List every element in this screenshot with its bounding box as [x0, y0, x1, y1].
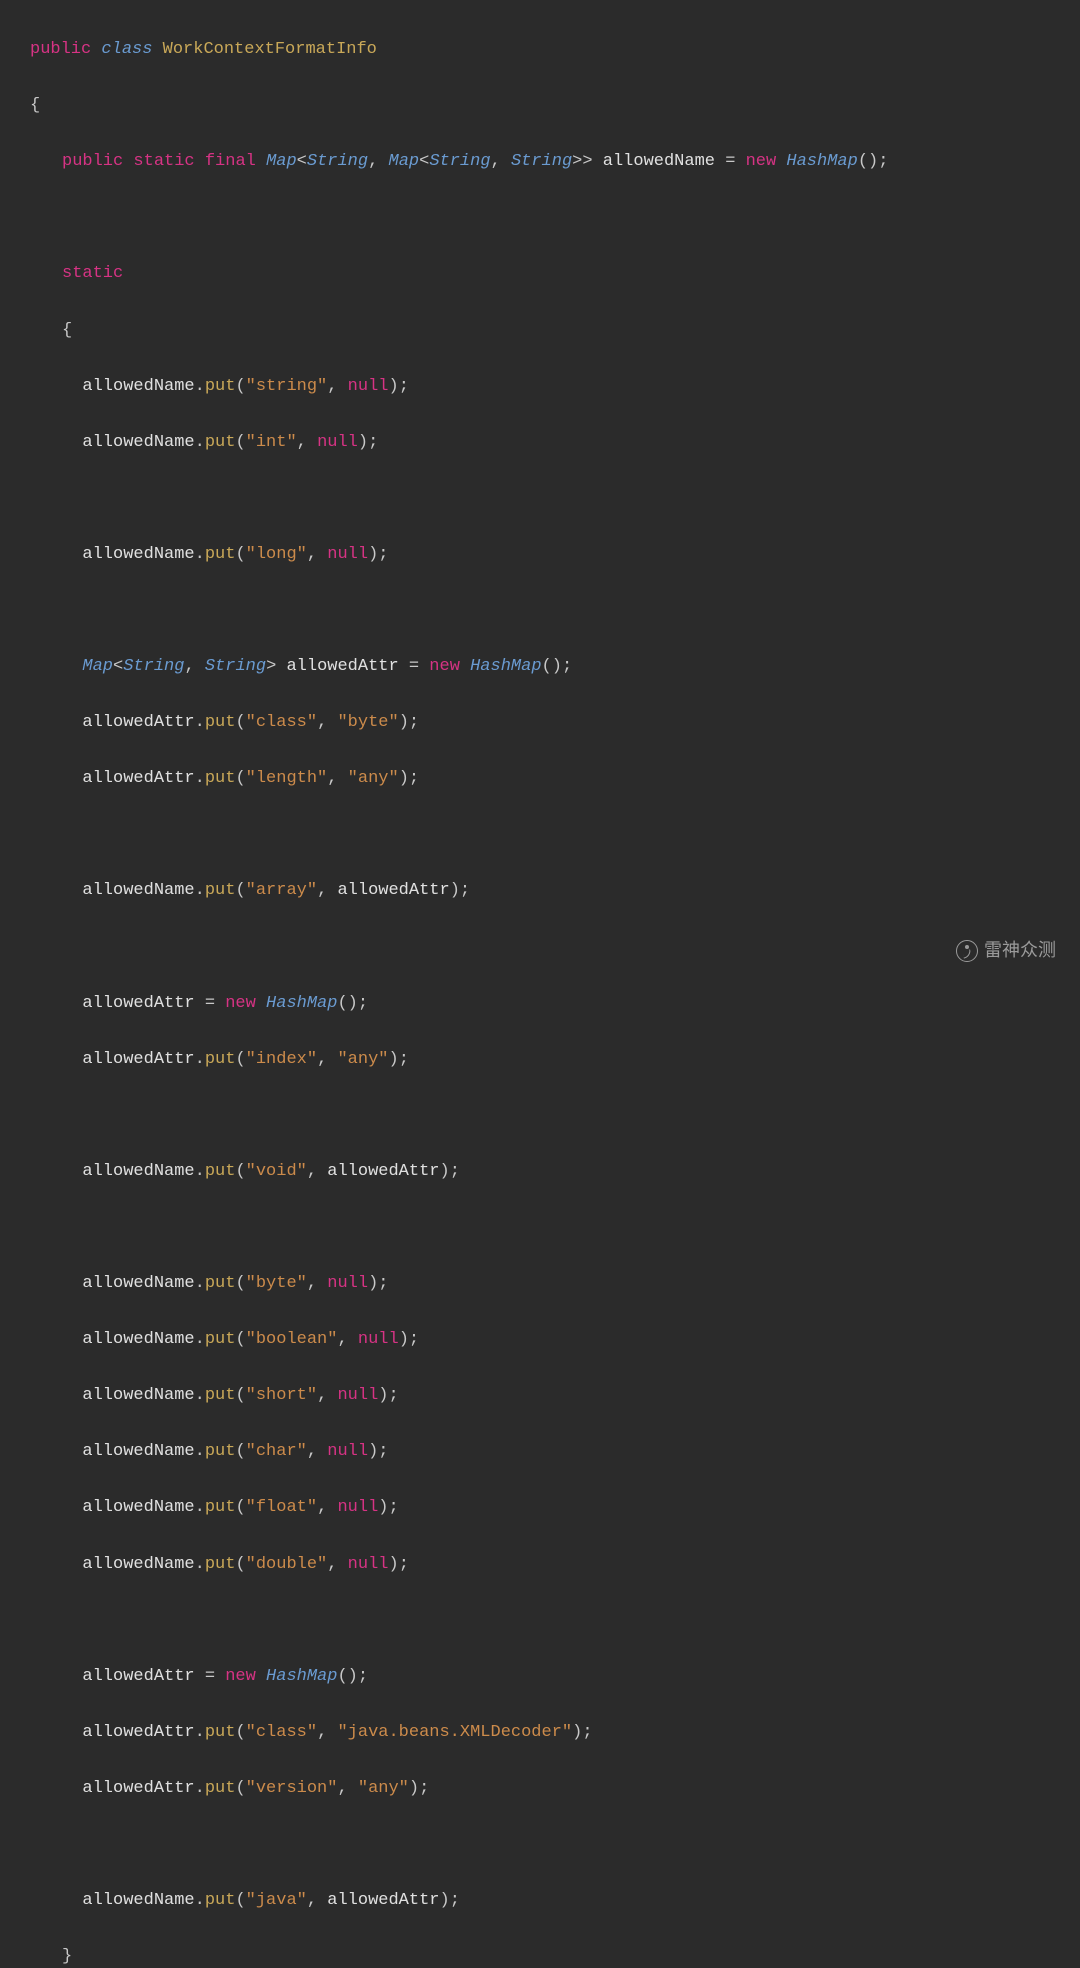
code-line: allowedName.put("int", null);: [10, 429, 1080, 457]
code-line: allowedAttr.put("class", "byte");: [10, 709, 1080, 737]
blank-line: [10, 204, 1080, 232]
type-string: String: [511, 152, 572, 171]
type-string: String: [429, 152, 490, 171]
code-line: allowedName.put("float", null);: [10, 1494, 1080, 1522]
wechat-icon: [956, 940, 978, 962]
blank-line: [10, 1102, 1080, 1130]
brace-open: {: [62, 321, 72, 340]
brace-close: }: [62, 1947, 72, 1966]
blank-line: [10, 485, 1080, 513]
code-line: allowedName.put("byte", null);: [10, 1270, 1080, 1298]
code-line: allowedAttr.put("length", "any");: [10, 765, 1080, 793]
code-line: allowedAttr.put("class", "java.beans.XML…: [10, 1719, 1080, 1747]
keyword-new: new: [746, 152, 777, 171]
code-line: Map<String, String> allowedAttr = new Ha…: [10, 653, 1080, 681]
blank-line: [10, 597, 1080, 625]
type-hashmap: HashMap: [786, 152, 857, 171]
blank-line: [10, 1214, 1080, 1242]
watermark-text: 雷神众测: [984, 936, 1056, 966]
code-line: allowedAttr.put("index", "any");: [10, 1046, 1080, 1074]
code-line: allowedAttr = new HashMap();: [10, 1663, 1080, 1691]
code-line: allowedName.put("string", null);: [10, 373, 1080, 401]
code-line: public class WorkContextFormatInfo: [10, 36, 1080, 64]
code-line: public static final Map<String, Map<Stri…: [10, 148, 1080, 176]
code-line: allowedName.put("java", allowedAttr);: [10, 1887, 1080, 1915]
code-line: }: [10, 1943, 1080, 1968]
code-line: allowedName.put("char", null);: [10, 1438, 1080, 1466]
code-line: allowedName.put("double", null);: [10, 1551, 1080, 1579]
keyword-public: public: [62, 152, 123, 171]
null-literal: null: [348, 377, 389, 396]
code-line: allowedAttr = new HashMap();: [10, 990, 1080, 1018]
string-literal: "string": [246, 377, 328, 396]
blank-line: [10, 821, 1080, 849]
var-allowedAttr: allowedAttr: [286, 657, 398, 676]
keyword-public: public: [30, 40, 91, 59]
method-put: put: [205, 377, 236, 396]
blank-line: [10, 934, 1080, 962]
type-string: String: [307, 152, 368, 171]
code-line: allowedName.put("short", null);: [10, 1382, 1080, 1410]
keyword-final: final: [205, 152, 256, 171]
keyword-static: static: [62, 264, 123, 283]
type-map: Map: [389, 152, 420, 171]
code-line: allowedName.put("void", allowedAttr);: [10, 1158, 1080, 1186]
code-line: allowedName.put("array", allowedAttr);: [10, 877, 1080, 905]
code-line: static: [10, 260, 1080, 288]
keyword-class: class: [101, 40, 152, 59]
code-line: allowedName.put("boolean", null);: [10, 1326, 1080, 1354]
keyword-static: static: [133, 152, 194, 171]
watermark: 雷神众测: [956, 936, 1056, 966]
type-map: Map: [266, 152, 297, 171]
code-line: allowedAttr.put("version", "any");: [10, 1775, 1080, 1803]
code-line: {: [10, 92, 1080, 120]
var-allowedName: allowedName: [603, 152, 715, 171]
class-name: WorkContextFormatInfo: [163, 40, 377, 59]
blank-line: [10, 1831, 1080, 1859]
code-line: {: [10, 317, 1080, 345]
code-editor[interactable]: public class WorkContextFormatInfo { pub…: [10, 8, 1080, 1968]
blank-line: [10, 1607, 1080, 1635]
brace-open: {: [30, 96, 40, 115]
code-line: allowedName.put("long", null);: [10, 541, 1080, 569]
